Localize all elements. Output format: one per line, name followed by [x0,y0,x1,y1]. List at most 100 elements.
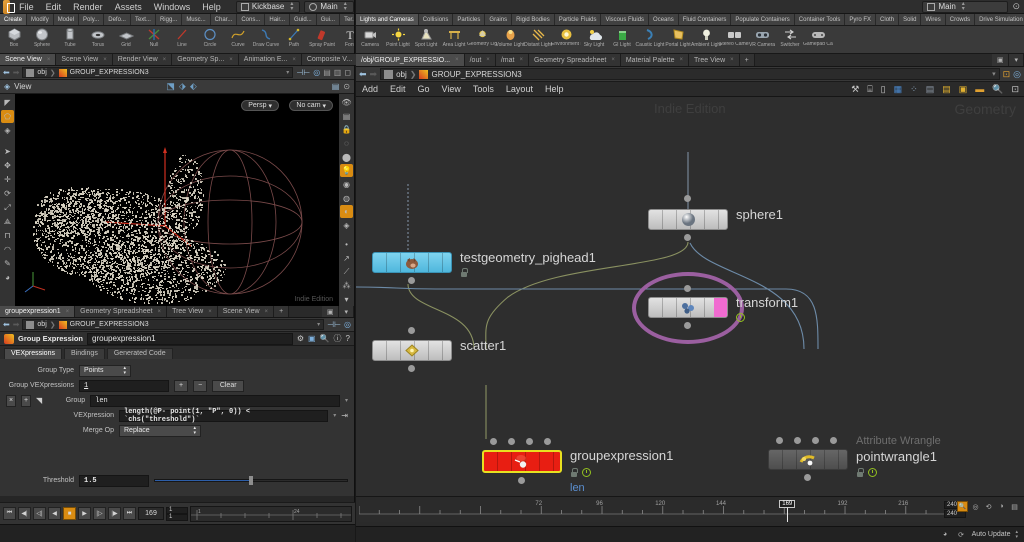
param-maximize-button[interactable]: ▣ [321,306,340,317]
param-path-dropdown-icon[interactable]: ▾ [317,321,320,328]
network-add-tab-button[interactable]: + [739,54,755,66]
shading-smooth-icon[interactable]: ⬤ [340,151,353,164]
shelf-tab-gui[interactable]: Gui... [316,14,341,25]
node-pointwrangle1[interactable]: Attribute Wrangle pointwrangle1 [768,435,941,481]
shelf-tab-hair[interactable]: Hair... [265,14,291,25]
threshold-field[interactable]: 1.5 [79,474,149,487]
display-flag-icon[interactable] [582,468,591,477]
pin-icon[interactable]: ⊣⊢ [296,68,310,77]
status-globe-icon[interactable]: ◕ [940,529,951,540]
shelf-tab-container-tools[interactable]: Container Tools [794,14,846,25]
right-desktop-selector[interactable]: Main ▴ ▾ [922,0,1009,13]
soft-tool-icon[interactable]: ◠ [1,243,14,256]
help-icon[interactable]: ◎ [313,68,320,77]
select-tool-icon[interactable]: ⬔ [166,81,175,92]
shelf-tab-model[interactable]: Model [53,14,80,25]
back-arrow-icon[interactable]: ⬅ [3,68,10,77]
shelf-tab-rigid-bodies[interactable]: Rigid Bodies [512,14,555,25]
viewport-help-icon[interactable]: ⊙ [343,82,350,91]
scene-viewport[interactable]: ◤ ⬠ ◈ ➤ ✥ ✛ ⟳ ⤢ ⟁ ⊓ ◠ ✎ ◕ Persp ▾ No cam… [0,94,354,306]
node-input-port[interactable] [408,327,415,334]
node-body[interactable] [372,340,452,361]
select-mode-dynamics-icon[interactable]: ◈ [1,124,14,137]
playback-range[interactable]: 1 1 [166,506,188,521]
menu-edit[interactable]: Edit [40,0,68,14]
lock-camera-icon[interactable]: 🔒 [340,123,353,136]
right-shelf-tabs[interactable]: Lights and Cameras Collisions Particles … [356,14,1024,26]
paint-tool-icon[interactable]: ✎ [1,257,14,270]
shelf-tab-solid[interactable]: Solid [899,14,922,25]
vector-display-icon[interactable]: ↗ [340,252,353,265]
param-path-field[interactable]: obj ❯ GROUP_EXPRESSION3 ▾ [22,319,325,330]
shelf-tool-draw-curve[interactable]: Draw Curve [252,27,280,48]
step-forward-button[interactable]: |▷ [93,507,106,520]
node-output-port[interactable] [518,477,525,484]
tab-close-icon[interactable]: × [730,57,734,63]
handle-tool-icon[interactable]: ⬗ [179,81,186,92]
pane-tab-animation-editor[interactable]: Animation E... × [238,54,302,65]
particle-display-icon[interactable]: ⁂ [340,280,353,293]
multiparm-insert-button[interactable]: + [21,394,31,407]
shelf-tab-poly[interactable]: Poly... [79,14,105,25]
shelf-tab-viscous-fluids[interactable]: Viscous Fluids [601,14,650,25]
tab-close-icon[interactable]: × [47,57,51,63]
viewport-canvas[interactable]: Persp ▾ No cam ▾ Indie Edition [15,94,339,306]
point-display-icon[interactable]: • [340,239,353,252]
node-body[interactable] [372,252,452,273]
node-input-port-2[interactable] [526,438,533,445]
node-input-port-3[interactable] [830,437,837,444]
node-output-port[interactable] [684,234,691,241]
shelf-tab-modify[interactable]: Modify [27,14,54,25]
menu-file[interactable]: File [13,0,40,14]
node-body[interactable] [648,209,728,230]
param-tab-tree-view[interactable]: Tree View × [167,306,218,317]
network-tab-obj-group-expression[interactable]: /obj/GROUP_EXPRESSIO... × [356,54,465,66]
more-display-options-icon[interactable]: ▾ [340,293,353,306]
shelf-tool-tube[interactable]: Tube [56,27,84,48]
eye-visibility-icon[interactable]: 👁 [340,96,353,109]
vexpression-expand-editor-icon[interactable]: ⇥ [341,411,348,420]
timeline-audio-icon[interactable]: ◑ [996,501,1007,512]
gear-icon[interactable]: ⚙ [297,334,304,343]
shelf-tool-path[interactable]: Path [280,27,308,48]
param-forward-arrow-icon[interactable]: ➡ [13,320,20,329]
node-input-port-1[interactable] [794,437,801,444]
node-body[interactable] [768,449,848,470]
lock-icon[interactable] [460,268,468,277]
network-pin-icon[interactable]: ⊡ [1003,69,1011,80]
network-menu-add[interactable]: Add [356,82,384,96]
shelf-tool-point-light[interactable]: Point Light [384,27,412,48]
network-panel-icon[interactable]: ▯ [881,84,886,95]
network-bar-icon[interactable]: ▬ [975,84,984,94]
shelf-tab-create[interactable]: Create [0,14,28,25]
network-menu-layout[interactable]: Layout [500,82,539,96]
shelf-tool-sphere[interactable]: Sphere [28,27,56,48]
tab-close-icon[interactable]: × [679,57,683,63]
pane-tab-scene-view-1[interactable]: Scene View × [0,54,57,65]
shelf-tab-crowds[interactable]: Crowds [945,14,976,25]
network-tab-out[interactable]: /out × [464,54,496,66]
node-transform1[interactable]: transform1 [632,272,798,344]
param-tab-groupexpression1[interactable]: groupexpression1 × [0,306,76,317]
shelf-tool-torus[interactable]: Torus [84,27,112,48]
remove-multiparm-button[interactable]: − [193,379,208,392]
stop-button[interactable]: ■ [63,507,76,520]
texture-display-icon[interactable]: ◈ [340,219,353,232]
shelf-tool-portal-light[interactable]: Portal Light [664,27,692,48]
node-input-port[interactable] [684,285,691,292]
playhead-frame-label[interactable]: 169 [779,500,796,508]
shelf-tab-oceans[interactable]: Oceans [649,14,679,25]
shelf-tool-stereo-camera[interactable]: Stereo Camera [719,27,749,47]
menu-help[interactable]: Help [196,0,227,14]
lighting-headlight-icon[interactable]: 💡 [340,164,353,178]
group-dropdown-icon[interactable]: ▾ [345,397,348,404]
shelf-tab-lights-and-cameras[interactable]: Lights and Cameras [356,14,419,25]
tab-close-icon[interactable]: × [103,57,107,63]
shelf-tool-spot-light[interactable]: Spot Light [412,27,440,48]
node-groupexpression1[interactable]: groupexpression1 len [482,438,673,494]
ghost-display-icon[interactable]: ▤ [340,110,353,123]
network-menu-view[interactable]: View [436,82,467,96]
shelf-tool-area-light[interactable]: Area Light [440,27,468,48]
parameter-pane-tabs[interactable]: groupexpression1 × Geometry Spreadsheet × … [0,306,354,318]
pane-tab-render-view[interactable]: Render View × [112,54,173,65]
